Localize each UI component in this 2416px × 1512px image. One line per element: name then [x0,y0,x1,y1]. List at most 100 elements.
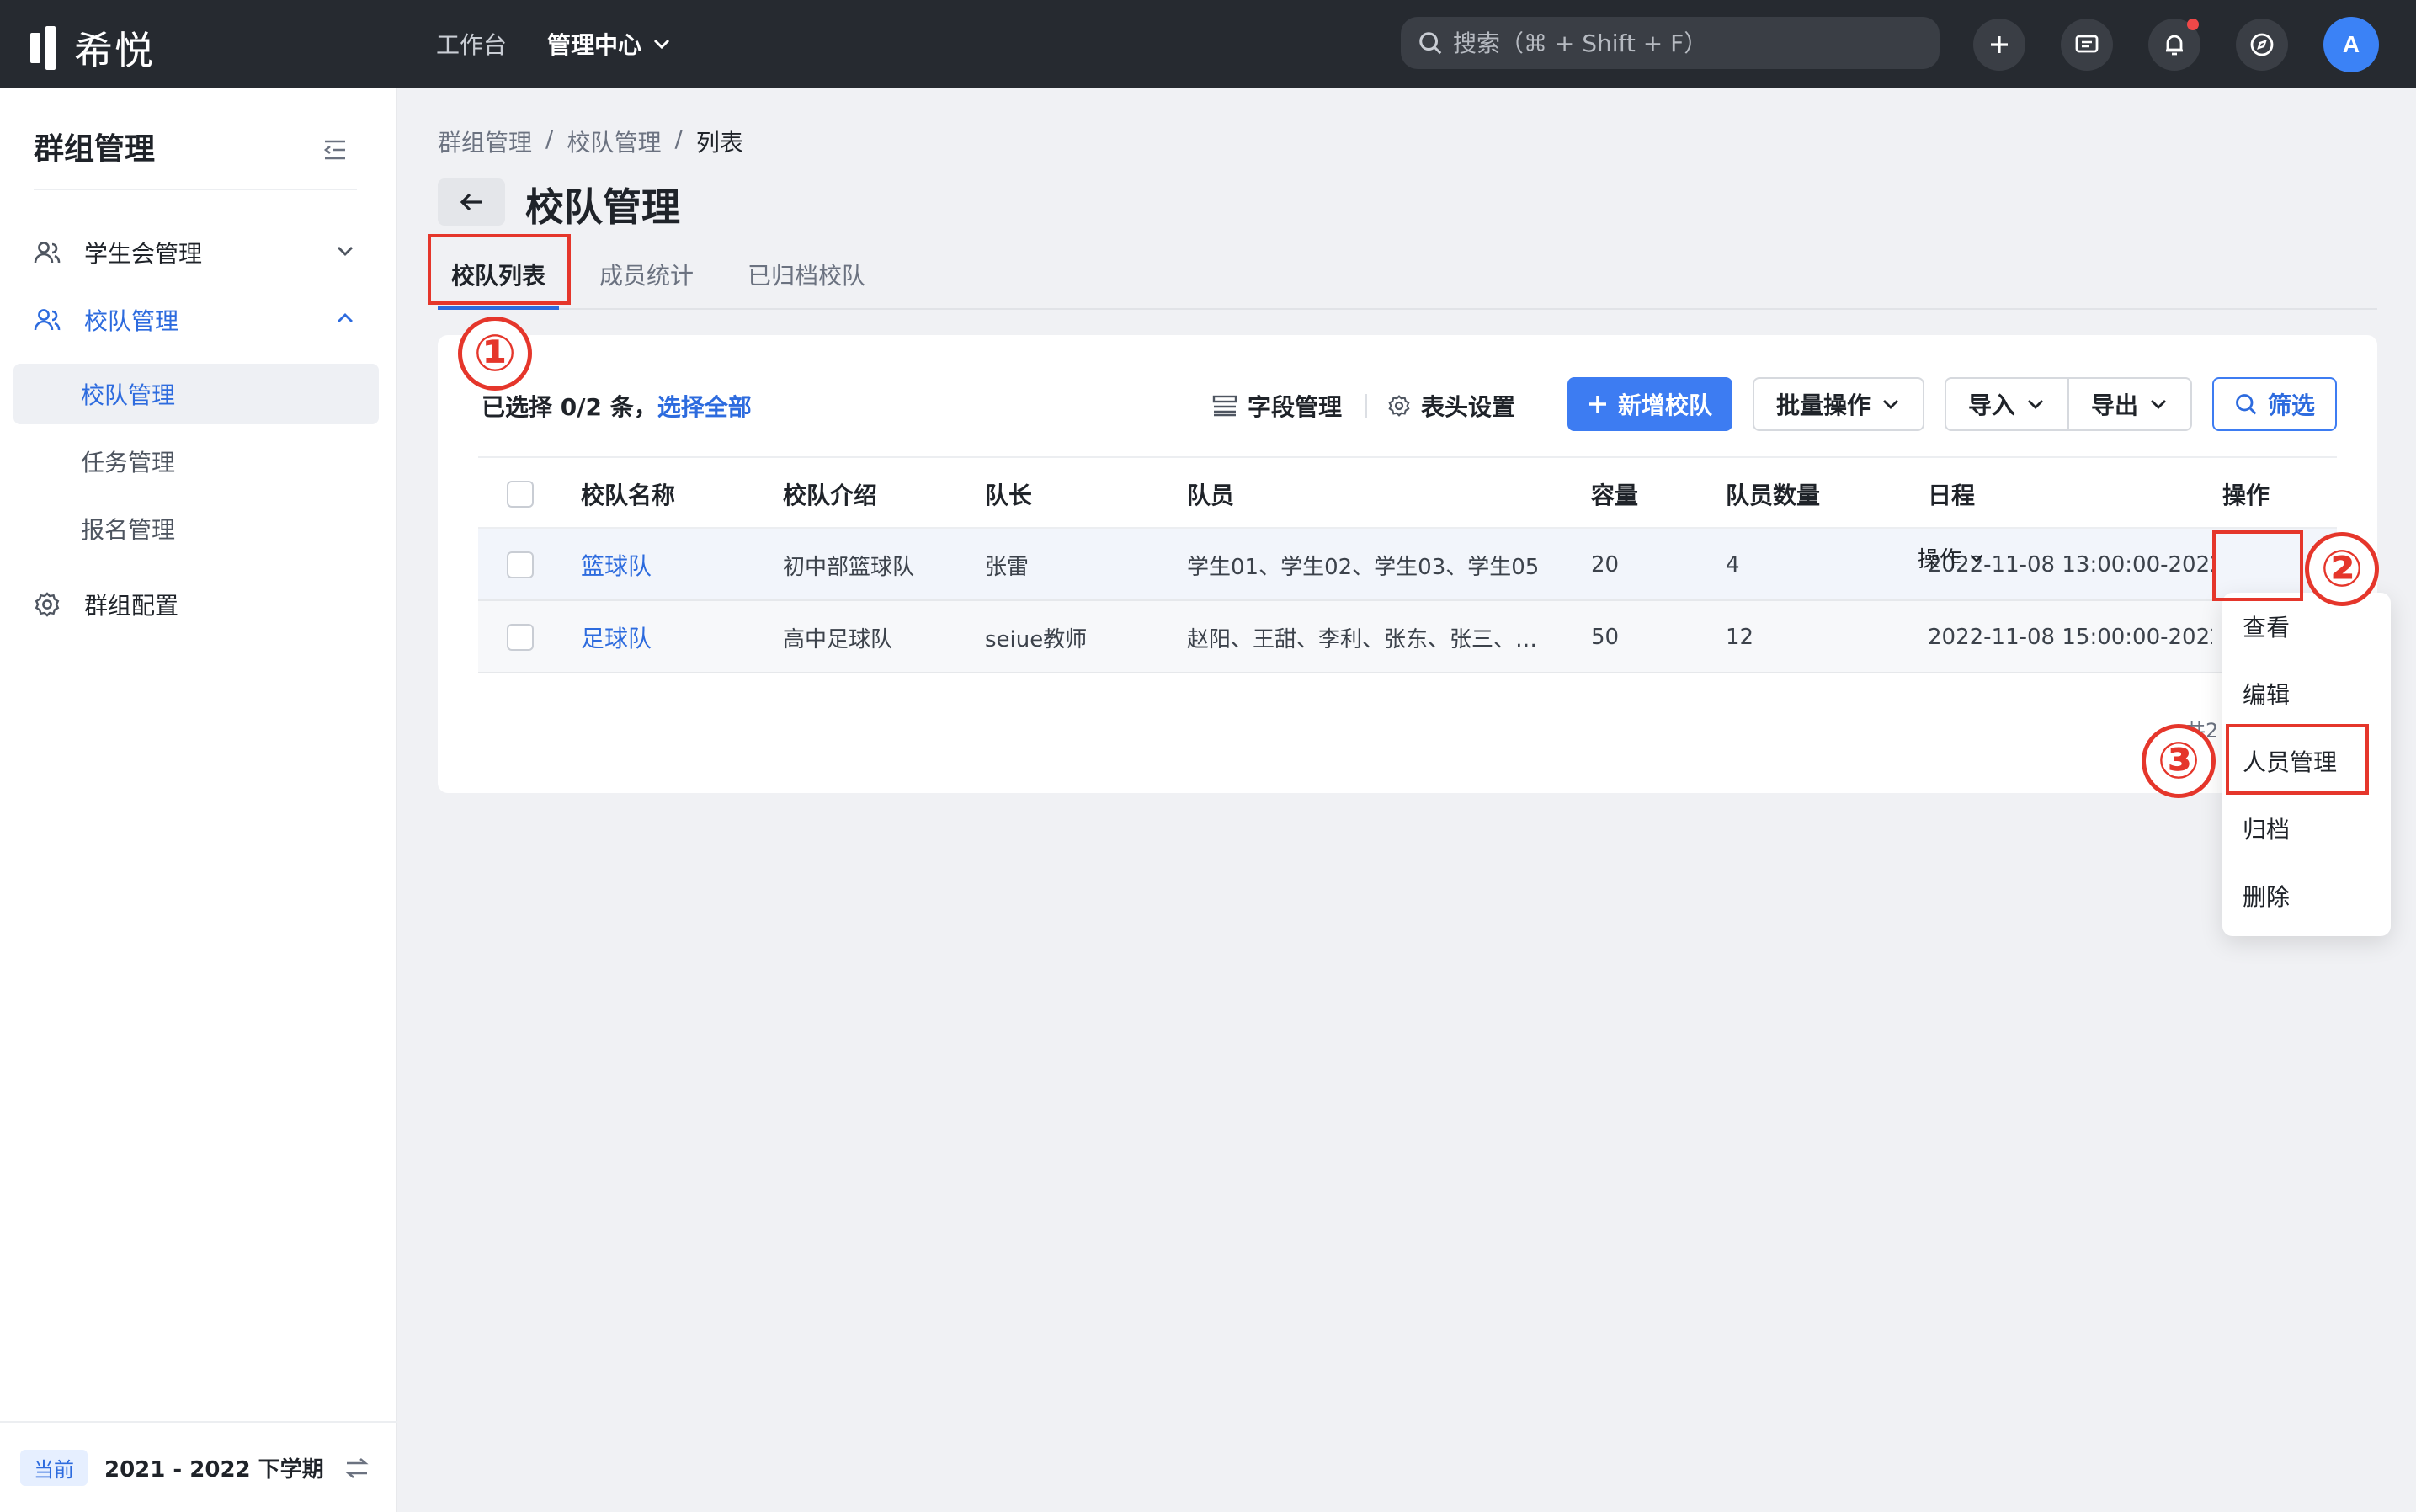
checkbox[interactable] [507,551,534,578]
tab-member-stats[interactable]: 成员统计 [599,258,694,291]
team-member-count: 4 [1726,552,1740,578]
batch-operations-button[interactable]: 批量操作 [1753,377,1924,431]
nav-workbench[interactable]: 工作台 [436,27,507,61]
team-member-count: 12 [1726,625,1754,650]
sidebar: 群组管理 学生会管理 校队管理 校队管理 任务管理 报名管理 群组配置 当前 2… [0,88,397,1512]
field-management-button[interactable]: 字段管理 [1212,389,1342,423]
menu-item-delete[interactable]: 删除 [2222,862,2391,929]
breadcrumb: 群组管理 / 校队管理 / 列表 [438,125,743,158]
menu-item-view[interactable]: 查看 [2222,593,2391,660]
bell-icon [2166,35,2183,56]
search-icon [1419,32,1442,55]
menu-item-edit[interactable]: 编辑 [2222,660,2391,727]
team-intro: 初中部篮球队 [783,554,915,580]
gear-icon [1388,395,1410,417]
current-term: 2021 - 2022 下学期 [104,1456,324,1483]
messages-button[interactable] [2061,19,2113,71]
toolbar-divider [1365,394,1367,418]
tab-archived-teams[interactable]: 已归档校队 [748,258,865,291]
notification-dot [2187,19,2199,30]
team-name-link[interactable]: 篮球队 [581,529,652,601]
swap-icon[interactable] [343,1456,370,1480]
header-settings-label: 表头设置 [1421,393,1516,421]
breadcrumb-group-management[interactable]: 群组管理 [438,125,532,158]
plus-icon [1588,396,1606,413]
chevron-up-icon [338,313,353,322]
breadcrumb-separator: / [674,125,683,152]
export-button[interactable]: 导出 [2067,377,2192,431]
explore-button[interactable] [2236,19,2288,71]
batch-operations-label: 批量操作 [1775,391,1871,419]
top-bar: 希悦 工作台 管理中心 A [0,0,2416,88]
sidebar-item-group-config[interactable]: 群组配置 [13,574,379,635]
active-tab-indicator [438,306,559,310]
add-team-label: 新增校队 [1617,391,1712,419]
search-input[interactable] [1453,29,1924,57]
term-switcher[interactable]: 当前 2021 - 2022 下学期 [0,1421,397,1512]
import-button[interactable]: 导入 [1945,377,2069,431]
checkbox[interactable] [507,481,534,508]
sidebar-item-label: 群组配置 [84,592,179,620]
notifications-button[interactable] [2148,19,2200,71]
users-icon [34,306,64,333]
annotation-marker-2: ② [2305,532,2379,606]
page-title: 校队管理 [525,184,680,230]
team-captain: 张雷 [985,554,1030,580]
message-icon [2075,35,2099,53]
header-schedule[interactable]: 日程 [1928,458,1975,530]
field-management-label: 字段管理 [1248,393,1343,421]
tab-bar: 校队列表 成员统计 已归档校队 [438,239,2377,310]
select-all-checkbox[interactable] [507,458,534,530]
row-actions-dropdown[interactable]: 操作 [1918,542,1985,573]
header-capacity[interactable]: 容量 [1591,458,1638,530]
export-label: 导出 [2090,391,2138,419]
chevron-down-icon [2028,400,2043,409]
nav-admin-center[interactable]: 管理中心 [547,27,672,61]
add-team-button[interactable]: 新增校队 [1567,377,1732,431]
chevron-down-icon [1970,554,1983,562]
row-checkbox[interactable] [507,601,534,673]
collapse-sidebar-icon[interactable] [323,135,347,167]
breadcrumb-current: 列表 [695,129,743,157]
compass-icon [2250,33,2274,56]
sidebar-item-student-council[interactable]: 学生会管理 [13,222,379,283]
sidebar-subitem-team-management[interactable]: 校队管理 [13,364,379,424]
back-button[interactable] [438,178,505,226]
header-team-intro[interactable]: 校队介绍 [783,458,877,530]
gear-icon [34,591,64,618]
sidebar-subitem-registration[interactable]: 报名管理 [13,498,379,559]
table-row[interactable]: 足球队 高中足球队 seiue教师 赵阳、王甜、李利、张东、张三、… 50 12… [478,601,2337,673]
select-all-link[interactable]: 选择全部 [657,393,752,421]
row-checkbox[interactable] [507,529,534,601]
annotation-marker-1: ① [458,317,532,391]
header-member-count[interactable]: 队员数量 [1726,458,1820,530]
breadcrumb-team-management[interactable]: 校队管理 [567,125,661,158]
annotation-marker-3: ③ [2142,724,2216,798]
header-actions: 操作 [2222,482,2270,509]
logo[interactable]: 希悦 [30,20,155,76]
checkbox[interactable] [507,624,534,651]
header-members[interactable]: 队员 [1187,458,1234,530]
search-icon [2236,394,2257,415]
header-team-name[interactable]: 校队名称 [581,458,675,530]
sidebar-subitem-task-management[interactable]: 任务管理 [13,431,379,492]
header-settings-button[interactable]: 表头设置 [1387,389,1515,423]
search-box[interactable] [1401,17,1940,69]
top-nav: 工作台 管理中心 [436,0,672,88]
table-row[interactable]: 篮球队 初中部篮球队 张雷 学生01、学生02、学生03、学生05 20 4 2… [478,529,2337,601]
nav-admin-center-label: 管理中心 [547,31,642,59]
sidebar-divider [34,189,357,190]
team-name-link[interactable]: 足球队 [581,601,652,673]
filter-button[interactable]: 筛选 [2212,377,2337,431]
avatar[interactable]: A [2323,17,2379,72]
logo-mark-icon [30,26,64,70]
menu-item-archive[interactable]: 归档 [2222,795,2391,862]
team-capacity: 50 [1591,625,1620,650]
team-schedule: 2022-11-08 15:00:00-2022-1 [1928,625,2212,650]
create-button[interactable] [1973,19,2025,71]
chevron-down-icon [1883,400,1898,409]
app-window: 希悦 工作台 管理中心 A 群组管理 [0,0,2416,1512]
header-captain[interactable]: 队长 [985,458,1032,530]
sidebar-item-team-management[interactable]: 校队管理 [13,290,379,350]
sidebar-item-label: 校队管理 [84,307,179,335]
